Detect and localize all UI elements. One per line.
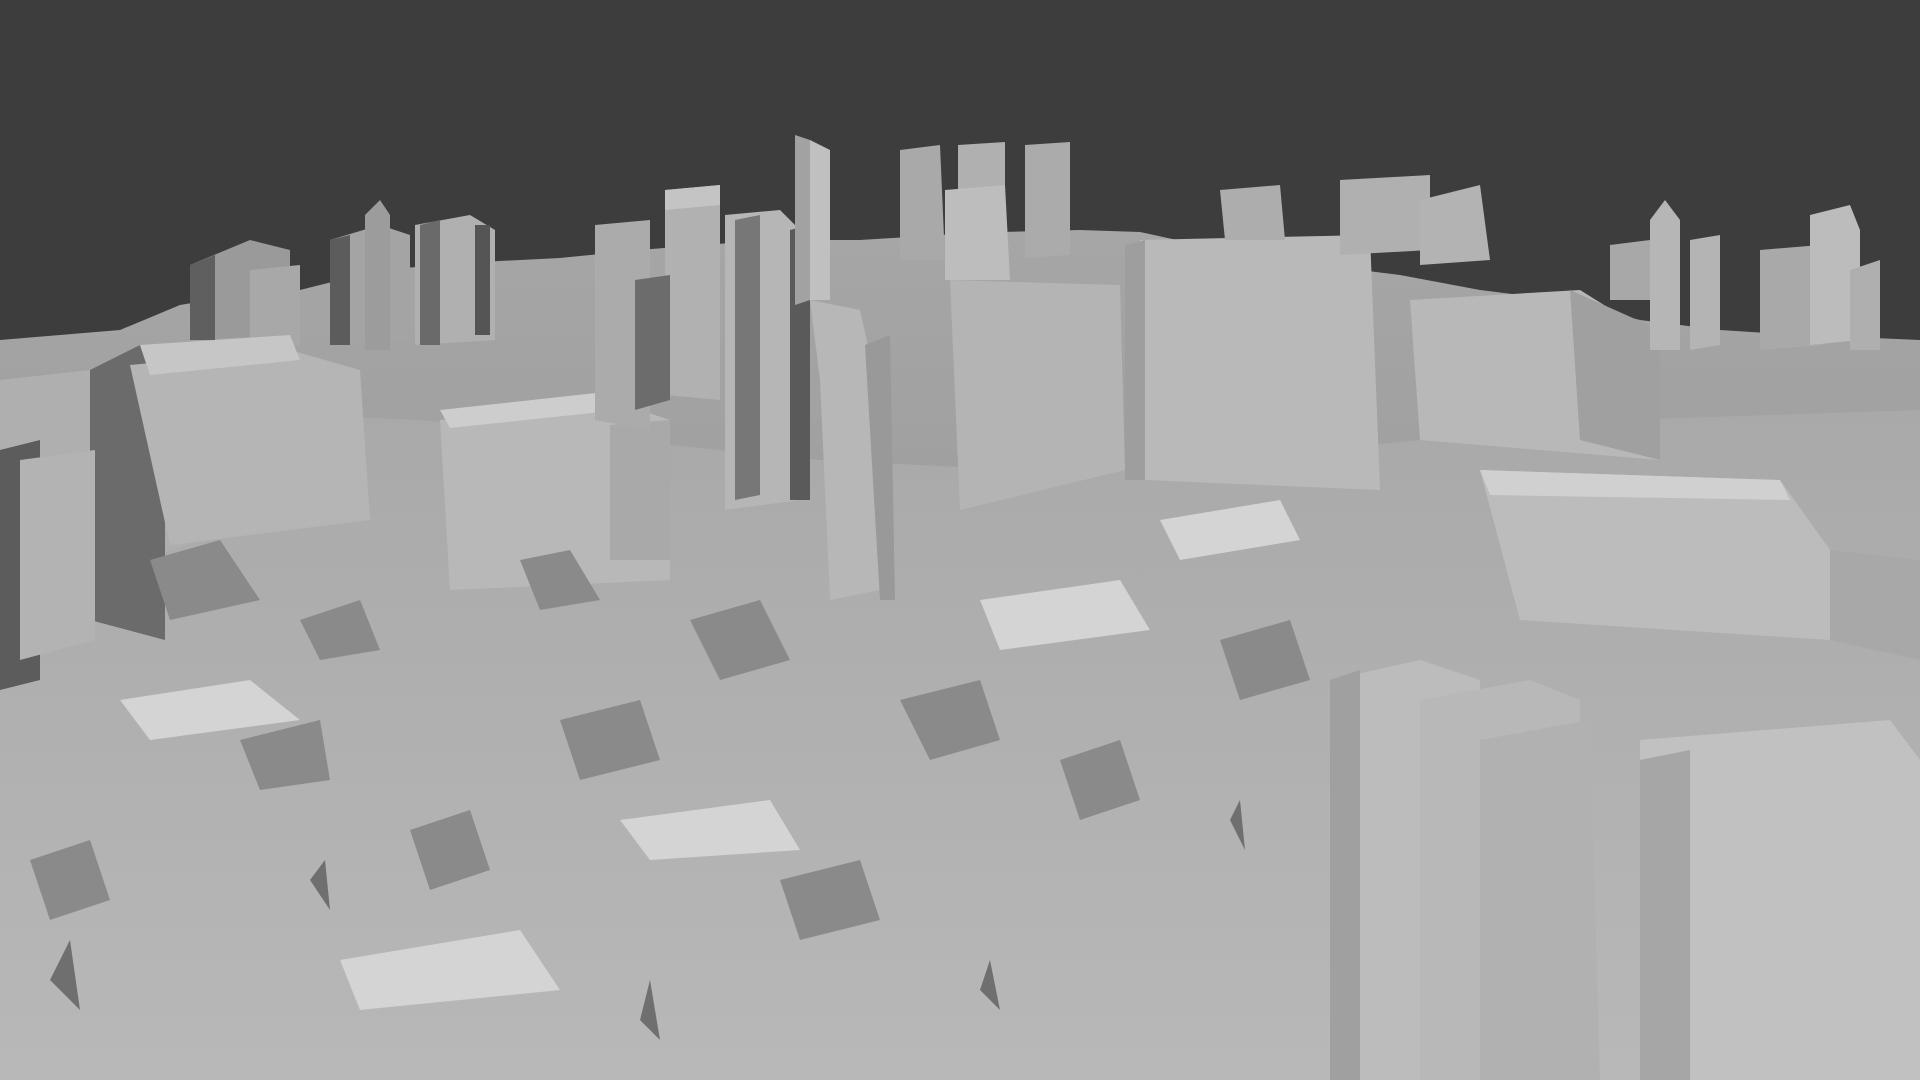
city-mesh-render[interactable] <box>0 0 1920 1080</box>
3d-viewport[interactable] <box>0 0 1920 1080</box>
